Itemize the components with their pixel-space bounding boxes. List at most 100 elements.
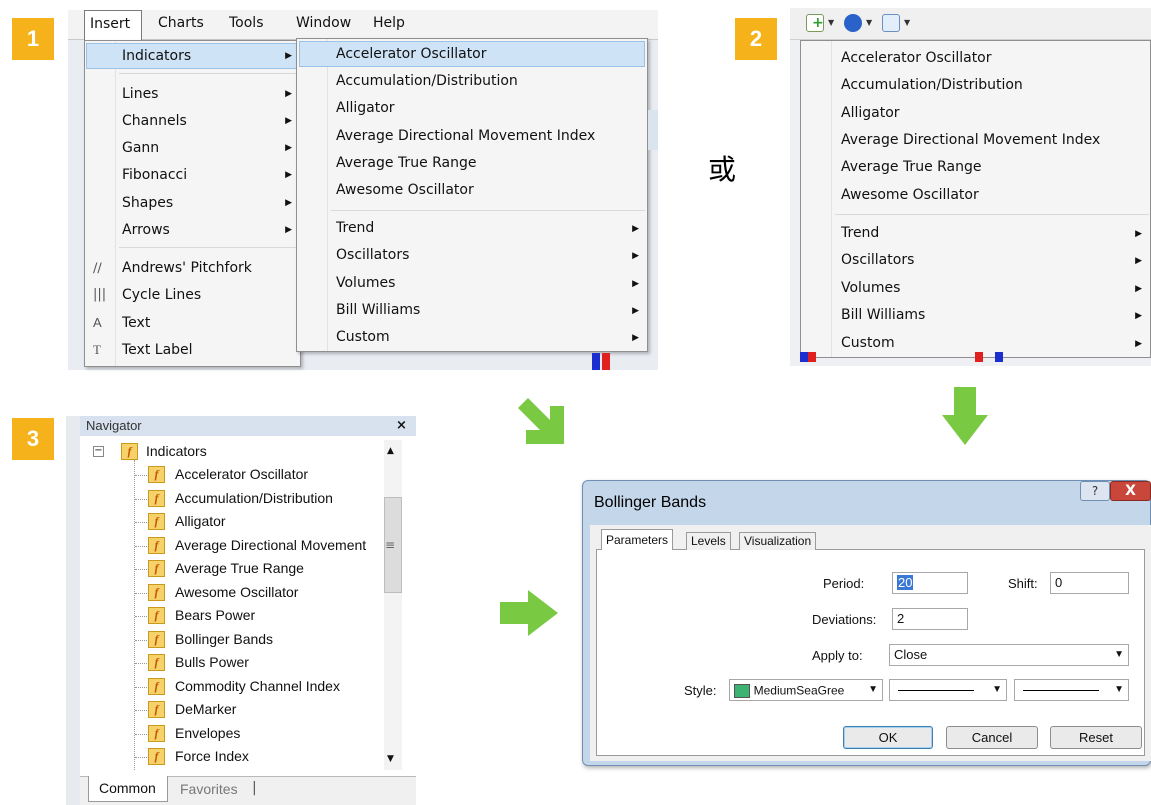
menu-item-arrows[interactable]: Arrows — [122, 222, 170, 238]
navigator-margin — [66, 416, 80, 805]
deviations-label: Deviations: — [812, 612, 877, 627]
indicator-average-true-range[interactable]: Average True Range — [841, 159, 982, 175]
navigator-item[interactable]: Commodity Channel Index — [175, 678, 340, 694]
submenu-trend[interactable]: Trend — [336, 220, 374, 236]
menu-window[interactable]: Window — [296, 15, 351, 31]
navigator-item[interactable]: Force Index — [175, 748, 249, 764]
submenu-oscillators[interactable]: Oscillators — [841, 252, 914, 268]
indicator-alligator[interactable]: Alligator — [336, 100, 395, 116]
indicator-accumulation-distribution[interactable]: Accumulation/Distribution — [336, 73, 518, 89]
tab-visualization[interactable]: Visualization — [739, 532, 817, 550]
indicator-admi[interactable]: Average Directional Movement Index — [336, 128, 595, 144]
menu-item-indicators[interactable]: Indicators — [122, 48, 191, 64]
apply-to-select[interactable]: Close ▼ — [889, 644, 1129, 666]
line-style-select[interactable]: ▼ — [889, 679, 1007, 701]
tab-levels[interactable]: Levels — [686, 532, 731, 550]
navigator-item[interactable]: Alligator — [175, 513, 226, 529]
menu-item-text-label[interactable]: Text Label — [122, 342, 193, 358]
indicator-accelerator-oscillator[interactable]: Accelerator Oscillator — [336, 46, 487, 62]
tab-parameters[interactable]: Parameters — [601, 529, 674, 550]
arrow-down-icon — [942, 387, 988, 445]
step-badge-1: 1 — [12, 18, 54, 60]
ok-button[interactable]: OK — [843, 726, 933, 749]
indicator-awesome-oscillator[interactable]: Awesome Oscillator — [841, 187, 979, 203]
menu-item-channels[interactable]: Channels — [122, 113, 187, 129]
menu-help[interactable]: Help — [373, 15, 405, 31]
candle-red — [602, 353, 610, 370]
tab-common[interactable]: Common — [88, 776, 168, 802]
indicator-accelerator-oscillator[interactable]: Accelerator Oscillator — [841, 50, 992, 66]
add-indicator-icon[interactable]: + — [806, 14, 824, 32]
submenu-volumes[interactable]: Volumes — [841, 280, 900, 296]
scroll-up-icon[interactable]: ▲ — [387, 446, 394, 456]
line-width-select[interactable]: ▼ — [1014, 679, 1129, 701]
shift-field[interactable]: 0 — [1050, 572, 1129, 594]
menu-item-fibonacci[interactable]: Fibonacci — [122, 167, 187, 183]
deviations-field[interactable]: 2 — [892, 608, 968, 630]
indicator-awesome-oscillator[interactable]: Awesome Oscillator — [336, 182, 474, 198]
step-badge-3: 3 — [12, 418, 54, 460]
navigator-item[interactable]: Bollinger Bands — [175, 631, 273, 647]
style-color-select[interactable]: MediumSeaGree ▼ — [729, 679, 883, 701]
clock-icon[interactable] — [844, 14, 862, 32]
navigator-item[interactable]: DeMarker — [175, 701, 236, 717]
menu-charts[interactable]: Charts — [158, 15, 204, 31]
function-icon: f — [148, 701, 165, 718]
submenu-oscillators[interactable]: Oscillators — [336, 247, 409, 263]
step-badge-2: 2 — [735, 18, 777, 60]
help-button[interactable]: ? — [1080, 481, 1110, 501]
arrow-down-right-icon — [518, 398, 564, 444]
navigator-item[interactable]: Awesome Oscillator — [175, 584, 298, 600]
navigator-root-indicators[interactable]: Indicators — [146, 443, 207, 459]
submenu-arrow-icon: ▶ — [285, 51, 292, 61]
menu-tools[interactable]: Tools — [229, 15, 264, 31]
indicator-accumulation-distribution[interactable]: Accumulation/Distribution — [841, 77, 1023, 93]
close-button[interactable]: X — [1110, 481, 1151, 501]
navigator-item[interactable]: Average Directional Movement — [175, 537, 366, 553]
submenu-bill-williams[interactable]: Bill Williams — [336, 302, 420, 318]
navigator-item[interactable]: Bears Power — [175, 607, 255, 623]
menu-item-cycle-lines[interactable]: Cycle Lines — [122, 287, 201, 303]
navigator-title: Navigator — [80, 416, 416, 436]
scroll-down-icon[interactable]: ▼ — [387, 754, 394, 764]
submenu-arrow-icon: ▶ — [1135, 311, 1142, 321]
chart-template-icon[interactable] — [882, 14, 900, 32]
chart-fragment — [648, 110, 658, 150]
menu-item-gann[interactable]: Gann — [122, 140, 159, 156]
menu-item-lines[interactable]: Lines — [122, 86, 158, 102]
menu-item-andrews-pitchfork[interactable]: Andrews' Pitchfork — [122, 260, 252, 276]
submenu-arrow-icon: ▶ — [632, 333, 639, 343]
submenu-bill-williams[interactable]: Bill Williams — [841, 307, 925, 323]
pitchfork-icon: ∕∕ — [93, 261, 102, 276]
navigator-item[interactable]: Envelopes — [175, 725, 240, 741]
collapse-icon[interactable]: − — [93, 446, 104, 457]
chevron-down-icon[interactable]: ▼ — [828, 18, 834, 27]
indicators-submenu: Accelerator Oscillator Accumulation/Dist… — [296, 38, 648, 352]
candle-red — [975, 352, 983, 362]
navigator-item[interactable]: Accelerator Oscillator — [175, 466, 308, 482]
chevron-down-icon[interactable]: ▼ — [866, 18, 872, 27]
navigator-item[interactable]: Average True Range — [175, 560, 304, 576]
menu-item-shapes[interactable]: Shapes — [122, 195, 173, 211]
menu-insert[interactable]: Insert — [84, 10, 142, 40]
navigator-scrollbar[interactable] — [384, 440, 402, 770]
submenu-trend[interactable]: Trend — [841, 225, 879, 241]
indicator-alligator[interactable]: Alligator — [841, 105, 900, 121]
function-icon: f — [148, 466, 165, 483]
chevron-down-icon[interactable]: ▼ — [904, 18, 910, 27]
tab-favorites[interactable]: Favorites — [180, 781, 238, 797]
cancel-button[interactable]: Cancel — [946, 726, 1038, 749]
menu-item-text[interactable]: Text — [122, 315, 150, 331]
reset-button[interactable]: Reset — [1050, 726, 1142, 749]
period-field[interactable]: 20 — [892, 572, 968, 594]
navigator-item[interactable]: Accumulation/Distribution — [175, 490, 333, 506]
indicator-admi[interactable]: Average Directional Movement Index — [841, 132, 1100, 148]
navigator-item[interactable]: Bulls Power — [175, 654, 249, 670]
close-icon[interactable]: × — [396, 418, 407, 433]
submenu-custom[interactable]: Custom — [336, 329, 390, 345]
submenu-arrow-icon: ▶ — [632, 279, 639, 289]
function-icon: f — [148, 607, 165, 624]
submenu-volumes[interactable]: Volumes — [336, 275, 395, 291]
submenu-custom[interactable]: Custom — [841, 335, 895, 351]
indicator-average-true-range[interactable]: Average True Range — [336, 155, 477, 171]
